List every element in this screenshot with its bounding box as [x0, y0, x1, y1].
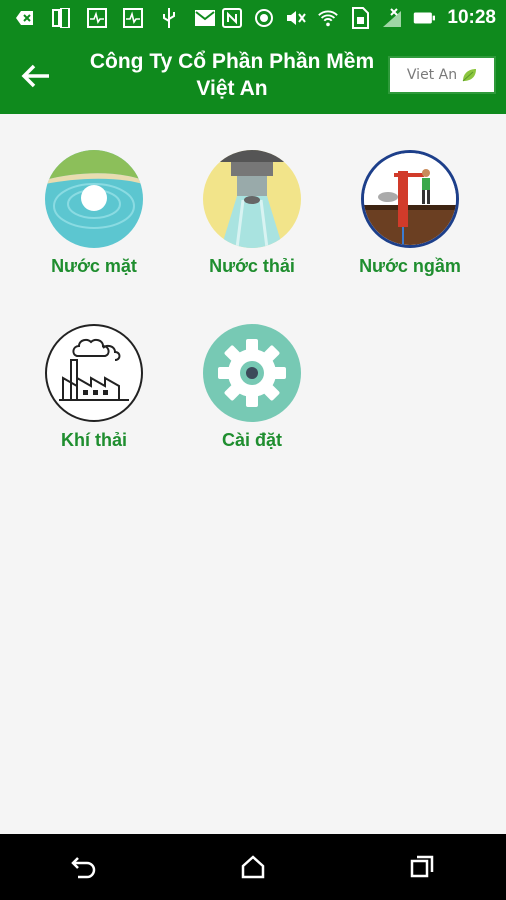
sim-icon	[349, 7, 371, 29]
arrow-left-icon	[21, 64, 49, 88]
nav-back-button[interactable]	[59, 842, 109, 892]
menu-grid: Nước mặt Nước thải Nước ngầm Khí thải Cà…	[0, 114, 506, 834]
menu-item-label: Nước thải	[209, 256, 295, 276]
system-nav-bar	[0, 834, 506, 900]
phone-icon	[50, 7, 72, 29]
menu-item-label: Cài đặt	[221, 430, 282, 450]
menu-item-emissions[interactable]: Khí thải	[24, 324, 164, 451]
activity-icon	[86, 7, 108, 29]
clock: 10:28	[447, 7, 496, 28]
menu-item-wastewater[interactable]: Nước thải	[182, 150, 322, 277]
app-bar: Công Ty Cổ Phần Phần Mềm Việt An Viet An	[0, 36, 506, 114]
back-box-icon	[14, 7, 36, 29]
menu-item-label: Khí thải	[61, 430, 127, 450]
status-bar: 10:28	[0, 0, 506, 36]
surface-water-icon	[45, 150, 143, 248]
menu-item-groundwater[interactable]: Nước ngầm	[340, 150, 480, 277]
activity-icon	[122, 7, 144, 29]
usb-icon	[158, 7, 180, 29]
nfc-icon	[221, 7, 243, 29]
home-icon	[241, 855, 265, 879]
groundwater-icon	[361, 150, 459, 248]
page-title: Công Ty Cổ Phần Phần Mềm Việt An	[89, 50, 375, 100]
back-button[interactable]	[16, 56, 56, 96]
mute-icon	[285, 7, 307, 29]
menu-item-surface-water[interactable]: Nước mặt	[24, 150, 164, 277]
nav-home-button[interactable]	[228, 842, 278, 892]
recents-icon	[410, 855, 433, 878]
menu-item-label: Nước ngầm	[359, 256, 461, 276]
nav-recents-button[interactable]	[397, 842, 447, 892]
undo-arrow-icon	[71, 857, 96, 879]
menu-item-settings[interactable]: Cài đặt	[182, 324, 322, 451]
logo-text: Viet An	[406, 67, 458, 83]
circle-icon	[253, 7, 275, 29]
factory-icon	[45, 324, 143, 422]
company-logo: Viet An	[388, 56, 496, 94]
wastewater-icon	[203, 150, 301, 248]
settings-gear-icon	[203, 324, 301, 422]
leaf-icon	[462, 69, 477, 82]
gmail-icon	[194, 7, 216, 29]
battery-icon	[413, 7, 436, 29]
signal-icon	[381, 7, 403, 29]
wifi-icon	[317, 7, 339, 29]
menu-item-label: Nước mặt	[51, 256, 137, 276]
